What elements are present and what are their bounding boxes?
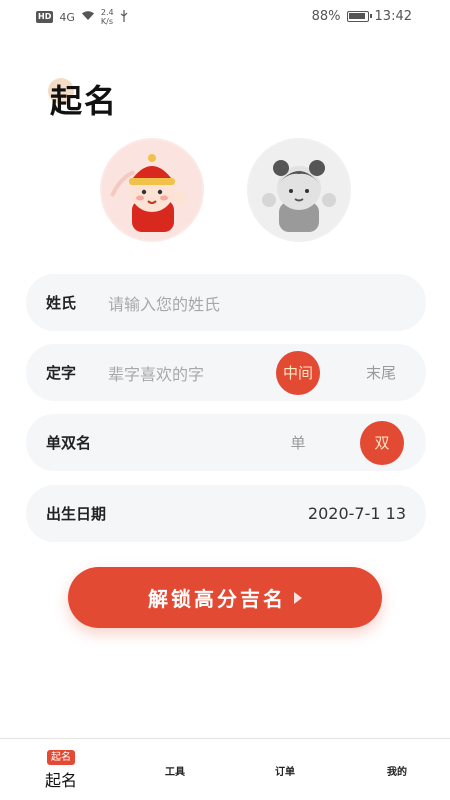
fixed-char-input[interactable]: 辈字喜欢的字 — [108, 361, 204, 385]
network-speed: 2.4 K/s — [100, 8, 114, 26]
usb-icon — [120, 9, 128, 25]
nav-naming-label: 起名 — [44, 770, 77, 790]
wifi-icon — [81, 10, 95, 24]
girl-avatar[interactable] — [247, 138, 351, 242]
position-end-option[interactable]: 末尾 — [359, 351, 403, 395]
nav-orders-label: 订单 — [275, 766, 295, 778]
nav-mine-label: 我的 — [387, 766, 407, 778]
double-name-option[interactable]: 双 — [360, 420, 404, 465]
page-title-wrap: 起名 — [48, 76, 119, 122]
hd-icon: HD — [36, 11, 54, 23]
status-bar: HD 4G 2.4 K/s 88% 13:42 — [0, 0, 450, 34]
arrow-right-icon — [294, 591, 302, 604]
name-length-row: 单双名 单 双 — [26, 414, 426, 471]
unlock-button-label: 解锁高分吉名 — [148, 587, 286, 611]
surname-input[interactable]: 请输入您的姓氏 — [108, 291, 220, 315]
unlock-button[interactable]: 解锁高分吉名 — [68, 567, 382, 628]
birth-date-row[interactable]: 出生日期 2020-7-1 13 — [26, 485, 426, 542]
signal-icon: 4G — [59, 10, 75, 24]
bottom-nav: 起名 起名 工具 订单 我的 — [0, 738, 450, 800]
nav-item-mine[interactable]: 我的 — [372, 739, 422, 800]
boy-icon — [102, 140, 202, 240]
nav-naming-badge: 起名 — [47, 749, 75, 765]
fixed-char-row: 定字 辈字喜欢的字 中间 末尾 — [26, 344, 426, 401]
nav-item-naming[interactable]: 起名 起名 — [34, 739, 88, 800]
name-length-label: 单双名 — [46, 434, 92, 452]
clock: 13:42 — [374, 9, 412, 24]
nav-tools-label: 工具 — [165, 766, 185, 778]
page-title: 起名 — [50, 82, 119, 120]
birth-date-label: 出生日期 — [46, 505, 107, 523]
fixed-char-label: 定字 — [46, 364, 77, 382]
status-right: 88% 13:42 — [312, 9, 412, 24]
birth-date-value[interactable]: 2020-7-1 13 — [308, 504, 406, 523]
status-left: HD 4G 2.4 K/s — [36, 8, 128, 26]
single-name-option[interactable]: 单 — [276, 421, 320, 465]
surname-row: 姓氏 请输入您的姓氏 — [26, 274, 426, 331]
battery-icon — [346, 11, 372, 22]
surname-label: 姓氏 — [46, 294, 77, 312]
nav-item-tools[interactable]: 工具 — [150, 739, 200, 800]
battery-percent: 88% — [311, 9, 341, 24]
position-middle-option[interactable]: 中间 — [276, 350, 320, 395]
nav-item-orders[interactable]: 订单 — [260, 739, 310, 800]
boy-avatar[interactable] — [100, 138, 204, 242]
girl-icon — [249, 140, 349, 240]
